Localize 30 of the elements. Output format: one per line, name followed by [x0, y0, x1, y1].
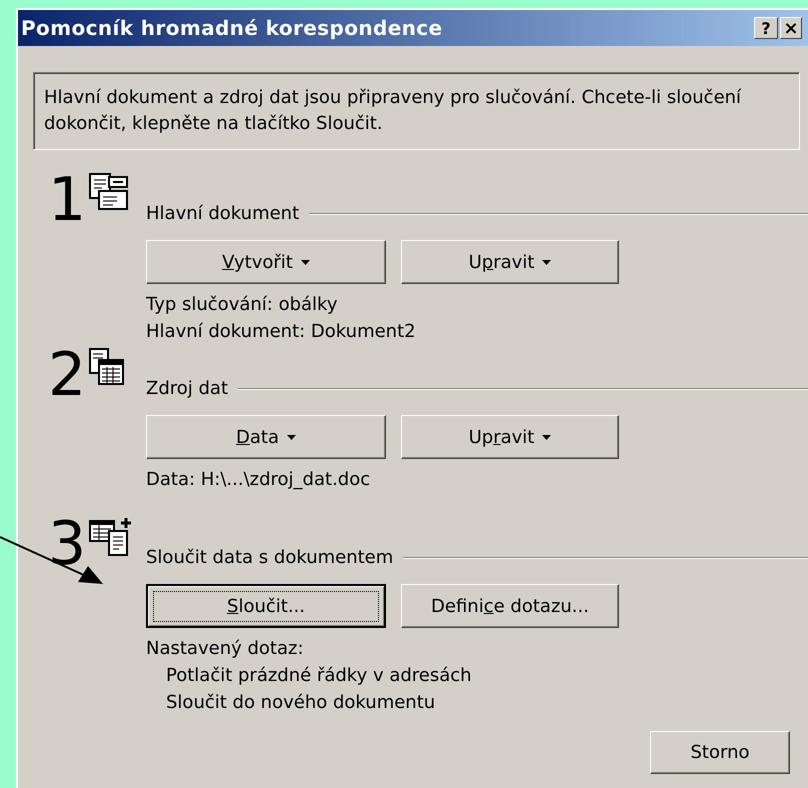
info-text: Hlavní dokument: Dokument2: [146, 320, 417, 344]
caret-icon: [542, 434, 552, 440]
info-text: Potlačit prázdné řádky v adresách: [165, 664, 473, 688]
window-title: Pomocník hromadné korespondence: [21, 16, 444, 40]
info-text: Nastavený dotaz:: [146, 637, 305, 661]
caret-icon: [287, 434, 296, 440]
document-table-icon: [89, 348, 126, 386]
cancel-button[interactable]: Storno: [650, 731, 790, 774]
table-document-plus-icon: [89, 517, 134, 557]
dropdown-button[interactable]: Upravit: [401, 415, 619, 459]
help-button[interactable]: ?: [754, 17, 778, 39]
info-text: Sloučit do nového dokumentu: [165, 691, 436, 715]
section-label: Hlavní dokument: [146, 203, 300, 225]
dropdown-button[interactable]: Upravit: [401, 240, 619, 284]
step-number: 3: [48, 517, 86, 571]
dropdown-button[interactable]: Data: [146, 415, 386, 459]
document-envelope-icon: [89, 173, 130, 211]
close-button[interactable]: ×: [780, 17, 802, 39]
action-button[interactable]: Definice dotazu...: [401, 584, 619, 628]
section-label: Zdroj dat: [146, 378, 228, 400]
info-text: Data: H:\...\zdroj_dat.doc: [146, 468, 372, 492]
step-number: 1: [48, 173, 86, 227]
info-text: Typ slučování: obálky: [146, 293, 338, 317]
dropdown-button[interactable]: Vytvořit: [146, 240, 386, 284]
step-number: 2: [48, 348, 86, 402]
caret-icon: [300, 260, 310, 264]
status-message: Hlavní dokument a zdroj dat jsou připraveny pro slučování. Chcete-li sloučení dokončit, klepněte na tlačítko Sloučit.: [33, 72, 800, 150]
section-label: Sloučit data s dokumentem: [146, 547, 394, 569]
caret-icon: [542, 260, 552, 264]
action-button[interactable]: Sloučit...: [146, 584, 386, 628]
